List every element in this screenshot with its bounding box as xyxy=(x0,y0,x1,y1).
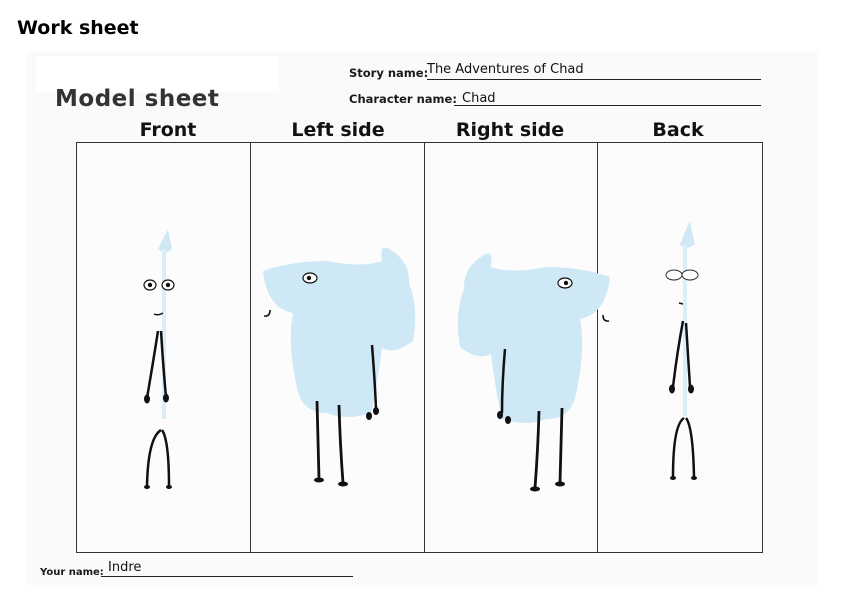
mouth xyxy=(263,309,271,317)
body-blob xyxy=(263,247,416,417)
leg-back xyxy=(533,410,541,489)
model-sheet-title: Model sheet xyxy=(55,86,220,112)
character-name-underline xyxy=(454,105,761,106)
leg-right xyxy=(160,429,171,488)
character-name-label: Character name: xyxy=(349,92,457,106)
mouth xyxy=(153,312,164,316)
eye-back-left xyxy=(665,269,683,281)
leg-front xyxy=(558,407,564,484)
character-back-view xyxy=(665,221,699,480)
character-front-view xyxy=(143,229,175,489)
mouth-hint xyxy=(678,302,684,305)
story-name-underline xyxy=(427,79,761,80)
your-name-value[interactable]: Indre xyxy=(108,560,141,575)
leg-left xyxy=(145,428,162,487)
model-sheet: Model sheet Story name: The Adventures o… xyxy=(26,52,818,585)
view-label-right-side: Right side xyxy=(455,119,565,141)
hair-tuft xyxy=(158,229,172,252)
character-left-side-view xyxy=(263,247,416,487)
view-label-back: Back xyxy=(652,119,704,141)
arm-left xyxy=(145,330,160,399)
view-label-front: Front xyxy=(139,119,197,141)
view-panels xyxy=(76,142,763,553)
your-name-label: Your name: xyxy=(40,567,104,578)
view-label-left-side: Left side xyxy=(291,119,385,141)
story-name-label: Story name: xyxy=(349,66,429,80)
character-right-side-view xyxy=(457,253,610,492)
arm-left xyxy=(671,320,685,388)
page-heading: Work sheet xyxy=(17,17,139,39)
body-blob xyxy=(457,253,610,423)
leg-right xyxy=(684,417,696,478)
character-drawings xyxy=(143,221,699,492)
leg-left xyxy=(671,416,685,478)
leg-front xyxy=(315,400,321,480)
eye-back-right xyxy=(681,269,699,281)
hair-tuft xyxy=(680,221,695,248)
character-name-value[interactable]: Chad xyxy=(462,91,496,106)
story-name-value[interactable]: The Adventures of Chad xyxy=(427,62,584,77)
your-name-underline xyxy=(101,576,353,577)
mouth xyxy=(602,314,610,322)
